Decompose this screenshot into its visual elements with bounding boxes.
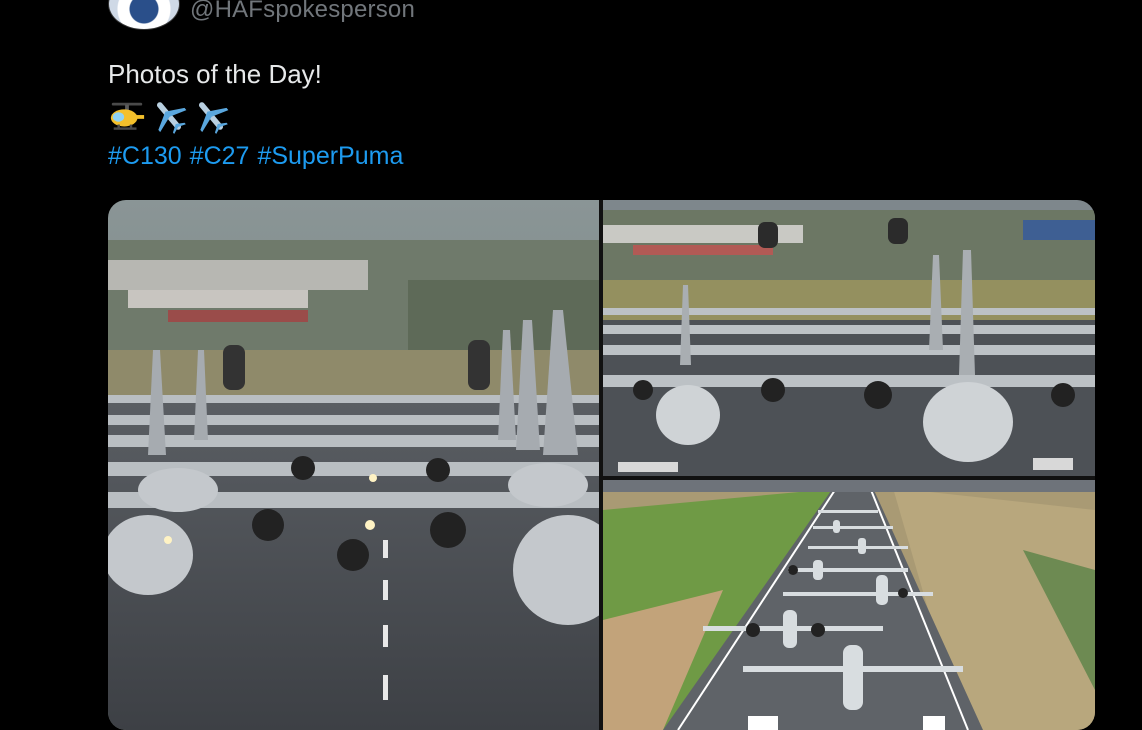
emoji-row: [108, 96, 230, 136]
photo-formation-helicopters[interactable]: [603, 200, 1095, 476]
airplane-icon: [156, 102, 187, 134]
tweet-text: Photos of the Day!: [108, 59, 322, 89]
hashtag-c27[interactable]: #C27: [190, 142, 250, 171]
photo-runway-lineup[interactable]: [108, 200, 599, 730]
helicopter-icon: [110, 102, 145, 130]
user-handle[interactable]: @HAFspokesperson: [190, 0, 415, 24]
airplane-icon: [198, 102, 229, 134]
hashtag-c130[interactable]: #C130: [108, 142, 182, 171]
media-grid: [108, 200, 1095, 730]
photo-aerial-runway[interactable]: [603, 480, 1095, 730]
hashtag-superpuma[interactable]: #SuperPuma: [257, 142, 403, 171]
avatar[interactable]: [108, 0, 180, 30]
hashtag-row: #C130 #C27 #SuperPuma: [108, 142, 403, 171]
